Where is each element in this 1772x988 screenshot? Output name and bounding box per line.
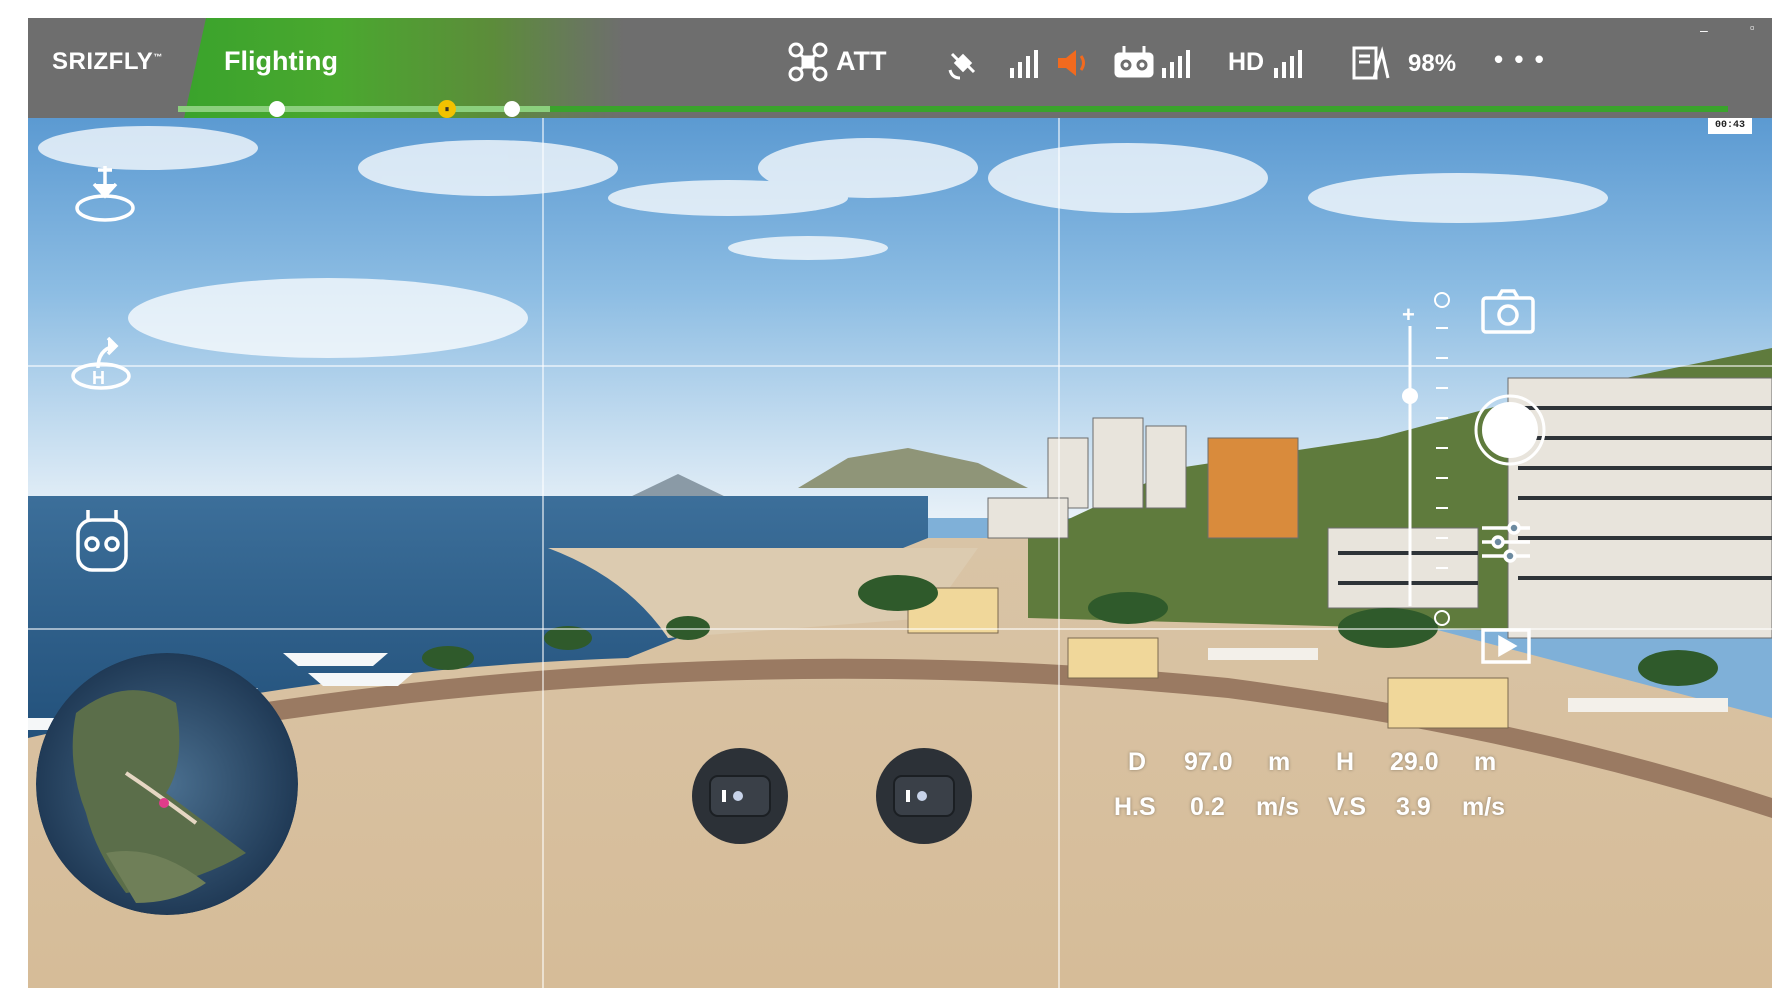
camera-settings-button[interactable] xyxy=(1480,518,1532,571)
gps-signal-bars-icon xyxy=(1010,48,1044,78)
horizontal-speed-unit: m/s xyxy=(1256,793,1300,821)
remote-controller-icon xyxy=(1114,44,1154,80)
controller-icon xyxy=(76,510,128,572)
brand-logo: SRIZFLY™ xyxy=(52,48,163,75)
flight-mode-label: ATT xyxy=(836,46,887,76)
gamepad-icon xyxy=(893,775,955,817)
flight-timer: 00:43 xyxy=(1708,118,1752,134)
exposure-slider-knob[interactable] xyxy=(1402,388,1418,404)
shutter-button[interactable] xyxy=(1472,392,1548,473)
height-value: 29.0 xyxy=(1390,748,1439,776)
flight-app: SRIZFLY™ Flighting ATT HD 98% • • • – ▫ … xyxy=(28,18,1772,988)
waypoint-2[interactable] xyxy=(504,101,520,117)
distance-value: 97.0 xyxy=(1184,748,1233,776)
grid-line-horizontal-1 xyxy=(28,365,1772,367)
exposure-plus-label: + xyxy=(1402,306,1415,327)
camera-switch-button[interactable] xyxy=(1480,288,1536,341)
media-playback-icon xyxy=(1481,628,1531,664)
window-minimize-button[interactable]: – xyxy=(1700,22,1708,38)
video-quality-label: HD xyxy=(1228,48,1265,76)
left-joystick-button[interactable] xyxy=(692,748,788,844)
battery-percent: 98% xyxy=(1408,50,1457,77)
mode-label: Flighting xyxy=(224,46,338,76)
camera-settings-icon xyxy=(1482,521,1530,563)
horizontal-speed-value: 0.2 xyxy=(1190,793,1225,821)
drone-icon xyxy=(788,42,828,82)
satellite-icon xyxy=(946,48,980,82)
minimap[interactable] xyxy=(36,653,298,915)
camera-switch-icon xyxy=(1481,289,1535,334)
waypoint-1[interactable] xyxy=(269,101,285,117)
gamepad-icon xyxy=(709,775,771,817)
top-status-bar: SRIZFLY™ Flighting ATT HD 98% • • • – ▫ xyxy=(28,18,1772,118)
return-home-icon: H xyxy=(71,336,131,390)
vertical-speed-unit: m/s xyxy=(1462,793,1506,821)
return-home-button[interactable]: H xyxy=(68,334,134,399)
distance-unit: m xyxy=(1268,748,1291,776)
svg-text:H: H xyxy=(92,368,105,388)
drone-position-marker xyxy=(159,798,169,808)
zoom-scale[interactable] xyxy=(1428,288,1456,638)
rc-signal-bars-icon xyxy=(1162,48,1196,78)
takeoff-button[interactable] xyxy=(72,164,138,231)
media-playback-button[interactable] xyxy=(1480,626,1532,671)
speaker-icon[interactable] xyxy=(1054,46,1092,80)
vertical-speed-value: 3.9 xyxy=(1396,793,1431,821)
grid-line-vertical-1 xyxy=(542,118,544,988)
pause-waypoint[interactable]: ⏸ xyxy=(438,100,456,118)
controller-button[interactable] xyxy=(74,508,130,579)
height-unit: m xyxy=(1474,748,1497,776)
shutter-icon xyxy=(1474,394,1546,466)
height-label: H xyxy=(1336,748,1355,776)
hd-signal-bars-icon xyxy=(1274,48,1308,78)
right-joystick-button[interactable] xyxy=(876,748,972,844)
horizontal-speed-label: H.S xyxy=(1114,793,1156,821)
battery-icon xyxy=(1350,42,1390,82)
takeoff-icon xyxy=(75,166,135,222)
window-restore-button[interactable]: ▫ xyxy=(1750,20,1755,35)
vertical-speed-label: V.S xyxy=(1328,793,1367,821)
more-menu-button[interactable]: • • • xyxy=(1494,44,1546,75)
exposure-slider[interactable]: + xyxy=(1396,306,1426,626)
mission-progress-fill xyxy=(178,106,550,112)
distance-label: D xyxy=(1128,748,1147,776)
grid-line-vertical-2 xyxy=(1058,118,1060,988)
